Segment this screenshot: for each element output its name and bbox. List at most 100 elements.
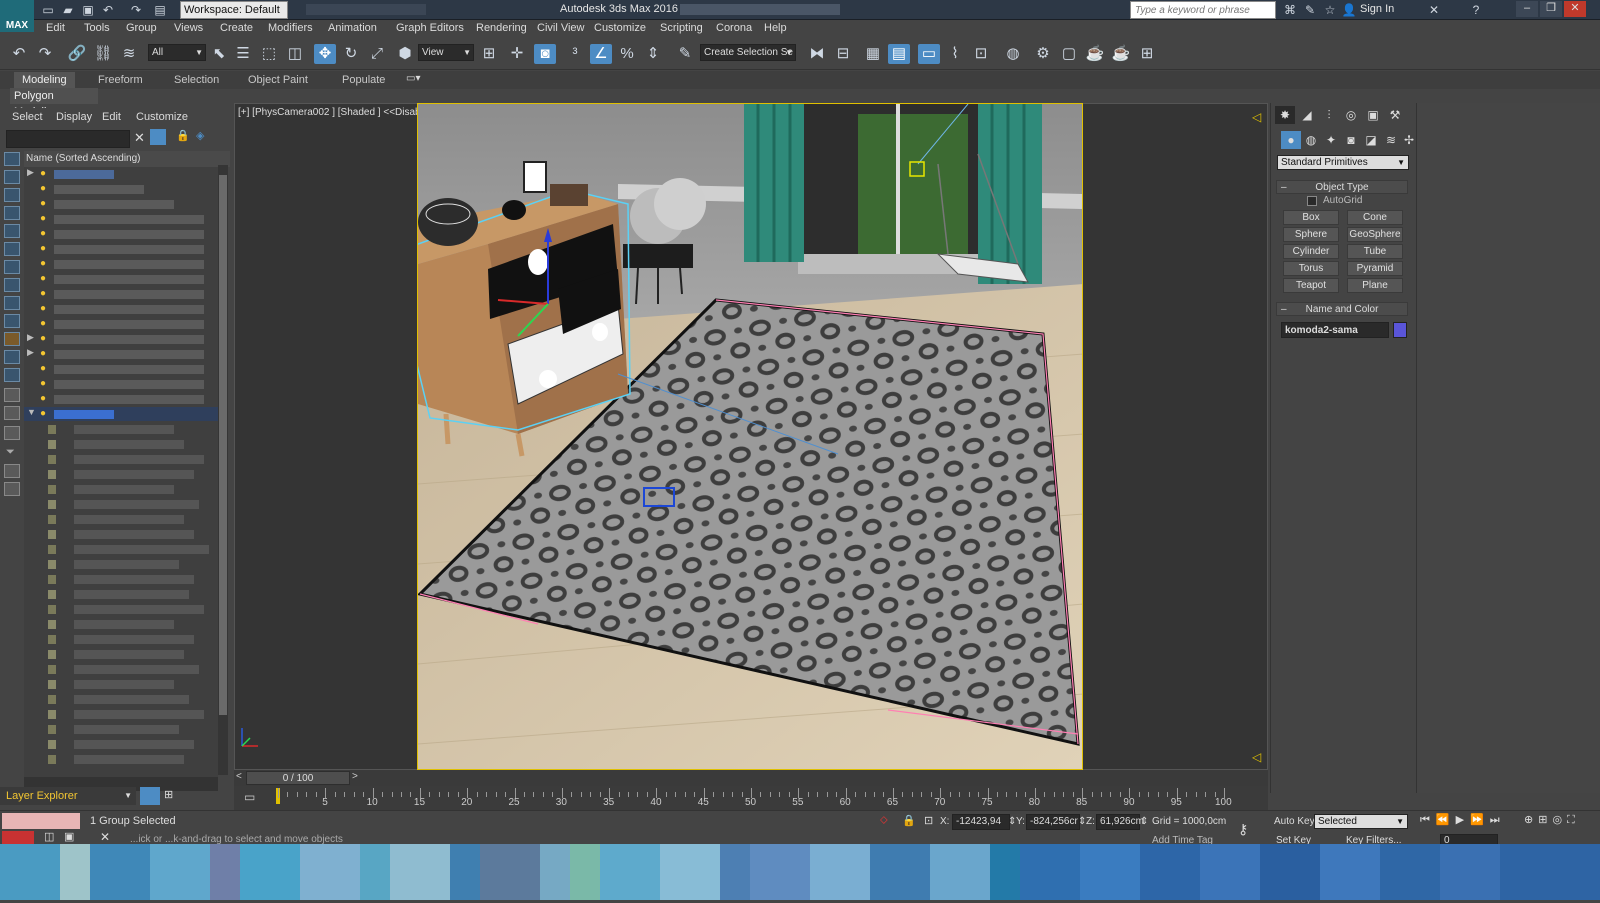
- y-coord-field[interactable]: -824,256cr: [1026, 814, 1080, 830]
- selection-filter-dropdown[interactable]: All ▼: [148, 44, 206, 61]
- explorer-menu-select[interactable]: Select: [12, 111, 43, 123]
- list-item[interactable]: [24, 467, 218, 481]
- list-item[interactable]: ●: [24, 197, 218, 211]
- list-item[interactable]: [24, 707, 218, 721]
- list-item[interactable]: [24, 632, 218, 646]
- list-item[interactable]: ▶ ●: [24, 167, 218, 181]
- go-to-start-icon[interactable]: ⏮: [1420, 814, 1436, 826]
- rect-selection-icon[interactable]: ⬚: [258, 44, 280, 64]
- undo-icon[interactable]: ↶: [8, 44, 30, 64]
- tab-modeling[interactable]: Modeling: [14, 72, 75, 88]
- lock-icon[interactable]: 🔒: [176, 129, 190, 142]
- menu-civil-view[interactable]: Civil View: [537, 22, 584, 34]
- selection-lock-icon[interactable]: 🔒: [902, 814, 916, 827]
- script-error-indicator[interactable]: [2, 831, 34, 845]
- infocenter-icon[interactable]: ⌘: [1282, 2, 1298, 18]
- place-icon[interactable]: ⬢: [394, 44, 416, 64]
- mirror-icon[interactable]: ⧓: [806, 44, 828, 64]
- help-icon[interactable]: ?: [1468, 2, 1484, 18]
- key-icon[interactable]: ⚷: [1238, 821, 1248, 838]
- project-folder-icon[interactable]: ▤: [152, 2, 168, 18]
- viewport-layout-icon[interactable]: ◫: [44, 830, 54, 843]
- list-item[interactable]: [24, 722, 218, 736]
- list-item[interactable]: [24, 497, 218, 511]
- motion-tab-icon[interactable]: ◎: [1341, 106, 1361, 124]
- list-item[interactable]: ●: [24, 242, 218, 256]
- keyboard-shortcut-override-icon[interactable]: ◙: [534, 44, 556, 64]
- display-cameras-icon[interactable]: [4, 224, 20, 238]
- select-scale-icon[interactable]: ⤢: [366, 44, 388, 64]
- menu-graph-editors[interactable]: Graph Editors: [396, 22, 464, 34]
- box-button[interactable]: Box: [1283, 210, 1339, 225]
- undo-icon[interactable]: ↶: [100, 2, 116, 18]
- display-spacewarps-icon[interactable]: [4, 260, 20, 274]
- minimize-button[interactable]: –: [1516, 1, 1538, 17]
- list-item[interactable]: [24, 692, 218, 706]
- layers-icon[interactable]: [4, 482, 20, 496]
- menu-create[interactable]: Create: [220, 22, 253, 34]
- list-item[interactable]: ●: [24, 212, 218, 226]
- next-frame-icon[interactable]: ⏩: [1470, 814, 1490, 826]
- torus-button[interactable]: Torus: [1283, 261, 1339, 276]
- list-item[interactable]: [24, 752, 218, 766]
- render-activeshade-icon[interactable]: ⊞: [1136, 44, 1158, 64]
- sign-in-link[interactable]: Sign In: [1360, 3, 1394, 15]
- hierarchy-icon[interactable]: [4, 464, 20, 478]
- rendered-frame-icon[interactable]: ▢: [1058, 44, 1080, 64]
- list-item[interactable]: [24, 512, 218, 526]
- sync-selection-icon[interactable]: ◈: [196, 129, 204, 142]
- angle-snap-icon[interactable]: ∠: [590, 44, 612, 64]
- menu-modifiers[interactable]: Modifiers: [268, 22, 313, 34]
- display-none-toggle-icon[interactable]: [4, 426, 20, 440]
- list-item[interactable]: [24, 422, 218, 436]
- list-item[interactable]: ●: [24, 287, 218, 301]
- list-item[interactable]: ●: [24, 272, 218, 286]
- cone-button[interactable]: Cone: [1347, 210, 1403, 225]
- redo-icon[interactable]: ↷: [34, 44, 56, 64]
- z-spinner-icon[interactable]: ⇕: [1140, 816, 1148, 827]
- bind-spacewarp-icon[interactable]: ≋: [118, 44, 140, 64]
- list-item[interactable]: [24, 737, 218, 751]
- list-item[interactable]: ●: [24, 377, 218, 391]
- display-invert-icon[interactable]: [4, 406, 20, 420]
- curve-editor-icon[interactable]: ⌇: [944, 44, 966, 64]
- select-object-icon[interactable]: ⬉: [208, 44, 230, 64]
- schematic-view-icon[interactable]: ⊡: [970, 44, 992, 64]
- menu-group[interactable]: Group: [126, 22, 157, 34]
- scrollbar-thumb[interactable]: [219, 175, 227, 715]
- viewport-label[interactable]: [+] [PhysCamera002 ] [Shaded ] <<Disable…: [238, 107, 446, 118]
- list-item[interactable]: ●: [24, 182, 218, 196]
- explorer-search-input[interactable]: [6, 130, 130, 148]
- edit-named-selection-icon[interactable]: ✎: [674, 44, 696, 64]
- modify-tab-icon[interactable]: ◢: [1297, 106, 1317, 124]
- viewport-config-icon[interactable]: ▣: [64, 830, 74, 843]
- display-lights-icon[interactable]: [4, 206, 20, 220]
- polygon-modeling-panel[interactable]: Polygon Modeling: [10, 88, 98, 118]
- scene-explorer-icon[interactable]: ▦: [862, 44, 884, 64]
- render-production-icon[interactable]: ☕: [1084, 44, 1106, 64]
- filter-funnel-icon[interactable]: ⏷: [6, 446, 15, 459]
- pivot-center-icon[interactable]: ⊞: [478, 44, 500, 64]
- toggle-ribbon-icon[interactable]: ▭: [918, 44, 940, 64]
- object-type-rollout[interactable]: – Object Type: [1276, 180, 1408, 194]
- object-name-field[interactable]: komoda2-sama: [1281, 322, 1389, 338]
- list-item[interactable]: ▶ ●: [24, 332, 218, 346]
- menu-customize[interactable]: Customize: [594, 22, 646, 34]
- display-bones-icon[interactable]: [4, 314, 20, 328]
- explorer-menu-display[interactable]: Display: [56, 111, 92, 123]
- list-item[interactable]: ●: [24, 227, 218, 241]
- open-file-icon[interactable]: ▰: [60, 2, 76, 18]
- spacewarps-icon[interactable]: ≋: [1381, 131, 1401, 149]
- spinner-snap-icon[interactable]: ⇕: [642, 44, 664, 64]
- save-file-icon[interactable]: ▣: [80, 2, 96, 18]
- column-header-name[interactable]: Name (Sorted Ascending): [24, 151, 230, 167]
- list-item[interactable]: ●: [24, 257, 218, 271]
- time-slider-thumb[interactable]: 0 / 100: [246, 771, 350, 785]
- zoom-all-icon[interactable]: ⊞: [1538, 814, 1552, 826]
- x-coord-field[interactable]: -12423,94: [952, 814, 1010, 830]
- menu-help[interactable]: Help: [764, 22, 787, 34]
- menu-views[interactable]: Views: [174, 22, 203, 34]
- explorer-layer-mode-icon[interactable]: [140, 787, 160, 805]
- track-bar[interactable]: ▭ 5 10 15 20 25 30 35 40 45 50 55 60 65 70 75 80 85 90 95 1…: [234, 786, 1268, 810]
- pyramid-button[interactable]: Pyramid: [1347, 261, 1403, 276]
